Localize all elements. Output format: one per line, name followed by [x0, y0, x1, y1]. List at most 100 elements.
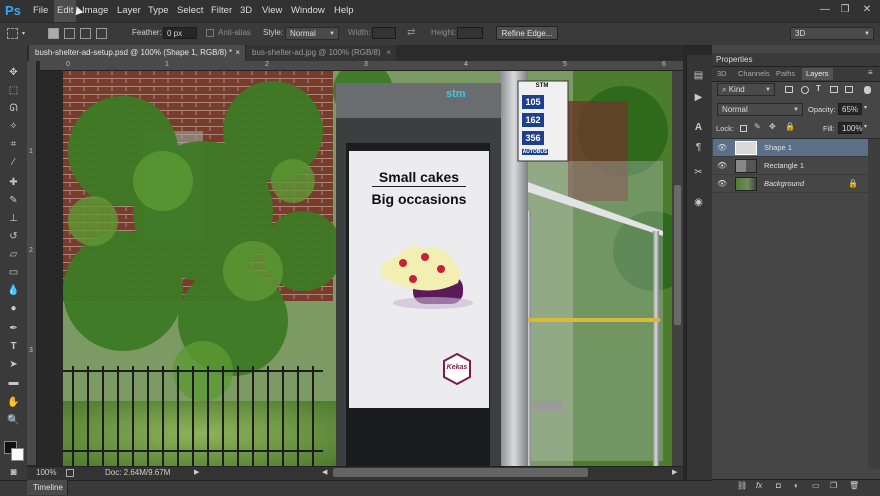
- brush-panel-icon[interactable]: ◉: [691, 195, 706, 210]
- tab-bush-shelter-ad-setup[interactable]: bush-shelter-ad-setup.psd @ 100% (Shape …: [29, 45, 245, 61]
- close-tab-icon[interactable]: ×: [235, 45, 240, 61]
- character-panel-icon[interactable]: A: [691, 120, 706, 135]
- fill-input[interactable]: 100%: [838, 122, 862, 134]
- type-tool-icon[interactable]: T: [4, 338, 23, 355]
- add-selection-icon[interactable]: [64, 28, 75, 39]
- width-input[interactable]: [372, 27, 396, 39]
- layer-row-rectangle-1[interactable]: 👁 Rectangle 1: [713, 157, 868, 175]
- tool-presets-icon[interactable]: ✂: [691, 165, 706, 180]
- new-group-icon[interactable]: ▭: [812, 481, 820, 490]
- crop-tool-icon[interactable]: ⌗: [4, 136, 23, 153]
- actions-panel-icon[interactable]: ▶: [691, 90, 706, 105]
- menu-select[interactable]: Select: [177, 0, 203, 22]
- filter-kind-select[interactable]: ⌕ Kind ▼: [717, 83, 775, 96]
- marquee-tool-icon[interactable]: ⬚: [4, 82, 23, 99]
- lock-all-icon[interactable]: 🔒: [785, 122, 795, 131]
- blur-tool-icon[interactable]: 💧: [4, 282, 23, 299]
- height-input[interactable]: [457, 27, 483, 39]
- lasso-tool-icon[interactable]: ᘏ: [4, 100, 23, 117]
- lock-pixels-icon[interactable]: ✎: [754, 122, 761, 131]
- play-icon[interactable]: ▶: [194, 466, 199, 480]
- antialias-checkbox[interactable]: [206, 29, 214, 37]
- rectangle-tool-icon[interactable]: ▬: [4, 374, 23, 391]
- zoom-level[interactable]: 100%: [36, 466, 56, 480]
- timeline-tab[interactable]: Timeline: [33, 480, 63, 495]
- restore-button[interactable]: ❐: [836, 3, 854, 17]
- filter-smart-object-icon[interactable]: [845, 86, 853, 93]
- gradient-tool-icon[interactable]: ▭: [4, 264, 23, 281]
- intersect-selection-icon[interactable]: [96, 28, 107, 39]
- filter-adjustment-icon[interactable]: [801, 86, 809, 94]
- tab-3d[interactable]: 3D: [717, 68, 727, 80]
- visibility-eye-icon[interactable]: 👁: [717, 139, 727, 157]
- brush-tool-icon[interactable]: ✎: [4, 192, 23, 209]
- add-mask-icon[interactable]: ◘: [776, 481, 781, 490]
- panel-menu-icon[interactable]: ≡: [868, 68, 873, 77]
- subtract-selection-icon[interactable]: [80, 28, 91, 39]
- visibility-eye-icon[interactable]: 👁: [717, 175, 727, 193]
- style-select[interactable]: Normal ▼: [285, 27, 339, 40]
- eyedropper-tool-icon[interactable]: ⁄: [4, 154, 23, 171]
- marquee-tool-preset-icon[interactable]: [7, 28, 18, 39]
- filter-pixel-icon[interactable]: [785, 86, 793, 93]
- blend-mode-select[interactable]: Normal ▼: [717, 103, 803, 116]
- dodge-tool-icon[interactable]: ●: [4, 300, 23, 317]
- scroll-left-icon[interactable]: ◀: [322, 466, 327, 480]
- filter-type-icon[interactable]: T: [816, 84, 821, 93]
- path-selection-tool-icon[interactable]: ➤: [4, 356, 23, 373]
- layer-style-icon[interactable]: fx: [756, 481, 762, 490]
- tab-bus-shelter-ad[interactable]: bus-shelter-ad.jpg @ 100% (RGB/8) ×: [246, 45, 396, 61]
- healing-brush-tool-icon[interactable]: ✚: [4, 174, 23, 191]
- chevron-down-icon[interactable]: ▾: [864, 123, 867, 130]
- menu-window[interactable]: Window: [291, 0, 325, 22]
- scroll-right-icon[interactable]: ▶: [672, 466, 677, 480]
- layer-name[interactable]: Rectangle 1: [764, 157, 804, 175]
- close-button[interactable]: ✕: [858, 3, 876, 17]
- link-layers-icon[interactable]: ⛓: [737, 481, 747, 490]
- history-panel-icon[interactable]: ▤: [691, 68, 706, 83]
- menu-view[interactable]: View: [262, 0, 282, 22]
- menu-help[interactable]: Help: [334, 0, 354, 22]
- history-brush-tool-icon[interactable]: ↺: [4, 228, 23, 245]
- menu-type[interactable]: Type: [148, 0, 169, 22]
- new-layer-icon[interactable]: ❐: [830, 481, 837, 490]
- refine-edge-button[interactable]: Refine Edge...: [496, 26, 558, 40]
- menu-3d[interactable]: 3D: [240, 0, 252, 22]
- vertical-scroll-thumb[interactable]: [674, 185, 681, 325]
- layer-row-shape-1[interactable]: 👁 Shape 1: [713, 139, 868, 157]
- visibility-eye-icon[interactable]: 👁: [717, 157, 727, 175]
- horizontal-scroll-thumb[interactable]: [333, 468, 588, 477]
- tab-channels[interactable]: Channels: [738, 68, 770, 80]
- menu-layer[interactable]: Layer: [117, 0, 141, 22]
- move-tool-icon[interactable]: ✥: [4, 64, 23, 81]
- pen-tool-icon[interactable]: ✒: [4, 320, 23, 337]
- close-tab-icon[interactable]: ×: [386, 45, 391, 61]
- new-selection-icon[interactable]: [48, 28, 59, 39]
- properties-title[interactable]: Properties: [716, 53, 752, 66]
- background-color-swatch[interactable]: [11, 448, 24, 461]
- menu-image[interactable]: Image: [82, 0, 108, 22]
- workspace-select[interactable]: 3D ▼: [790, 27, 874, 40]
- hand-tool-icon[interactable]: ✋: [4, 394, 23, 411]
- minimize-button[interactable]: —: [816, 3, 834, 17]
- paragraph-panel-icon[interactable]: ¶: [691, 140, 706, 155]
- menu-filter[interactable]: Filter: [211, 0, 232, 22]
- tab-paths[interactable]: Paths: [776, 68, 795, 80]
- delete-layer-icon[interactable]: 🗑: [849, 481, 859, 490]
- clone-stamp-tool-icon[interactable]: ⊥: [4, 210, 23, 227]
- lock-position-icon[interactable]: ✥: [769, 122, 776, 131]
- filter-toggle-icon[interactable]: [864, 86, 871, 94]
- quick-mask-icon[interactable]: ◙: [4, 464, 23, 481]
- menu-edit[interactable]: Edit: [54, 0, 77, 22]
- magic-wand-tool-icon[interactable]: ✧: [4, 118, 23, 135]
- layer-name[interactable]: Background: [764, 175, 804, 193]
- layer-row-background[interactable]: 👁 Background 🔒: [713, 175, 868, 193]
- adjustment-layer-icon[interactable]: ◐: [794, 481, 799, 490]
- opacity-input[interactable]: 65%: [838, 103, 862, 115]
- feather-input[interactable]: 0 px: [163, 27, 197, 39]
- swap-icon[interactable]: ⇄: [407, 22, 415, 44]
- filter-shape-icon[interactable]: [830, 86, 838, 93]
- tab-layers[interactable]: Layers: [802, 68, 833, 80]
- chevron-down-icon[interactable]: ▾: [22, 30, 25, 37]
- lock-transparency-icon[interactable]: [740, 125, 747, 132]
